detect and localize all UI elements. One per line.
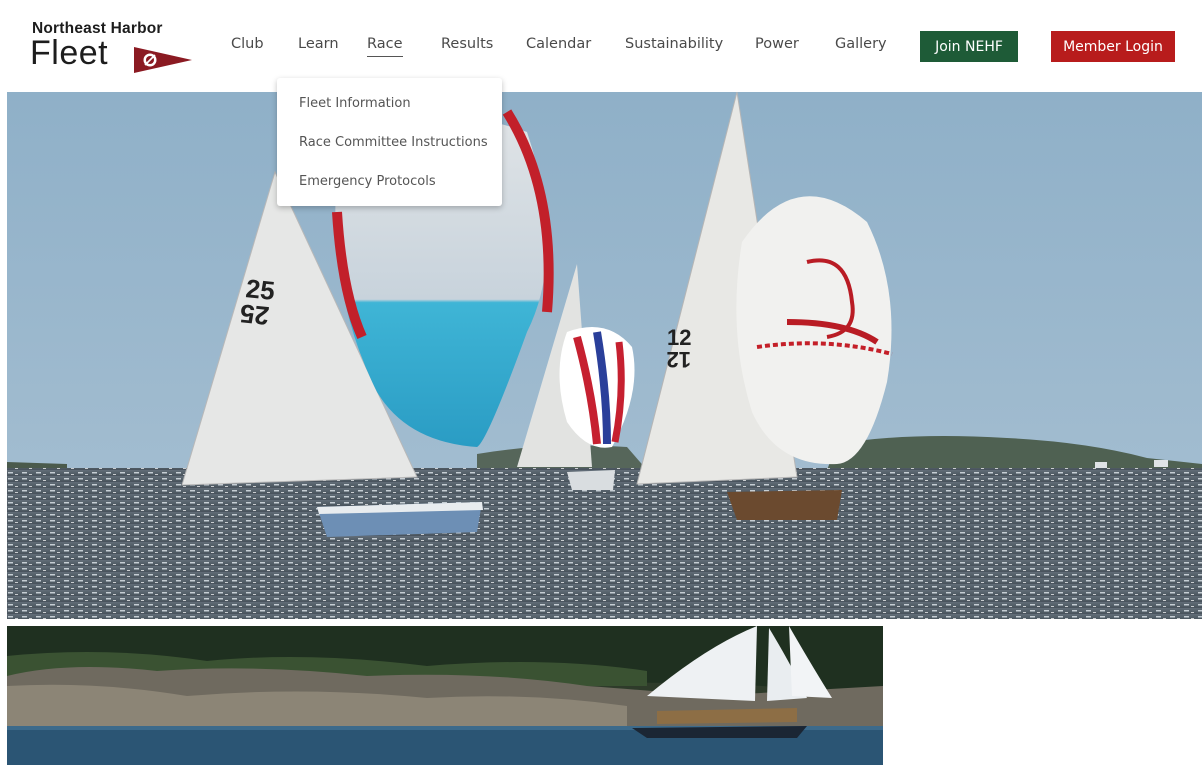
dropdown-item-fleet-information[interactable]: Fleet Information [299,96,411,111]
site-header: Northeast Harbor Fleet Club Learn Race R… [0,0,1202,92]
sailboats-race-image: 25 25 12 12 [7,92,1202,619]
nav-sustainability[interactable]: Sustainability [625,36,723,52]
svg-text:25: 25 [239,298,271,331]
dropdown-item-race-committee-instructions[interactable]: Race Committee Instructions [299,135,488,150]
nav-power[interactable]: Power [755,36,799,52]
schooner-image [7,626,883,765]
join-button[interactable]: Join NEHF [920,31,1018,62]
hero-photo: 25 25 12 12 [7,92,1202,619]
site-logo[interactable]: Northeast Harbor Fleet [30,20,200,76]
svg-text:12: 12 [667,325,691,350]
nav-calendar[interactable]: Calendar [526,36,591,52]
logo-line2: Fleet [30,34,109,72]
svg-text:12: 12 [667,347,691,372]
burgee-flag-icon [134,47,192,73]
nav-club[interactable]: Club [231,36,264,52]
dropdown-item-emergency-protocols[interactable]: Emergency Protocols [299,174,436,189]
member-login-button[interactable]: Member Login [1051,31,1175,62]
nav-learn[interactable]: Learn [298,36,339,52]
nav-results[interactable]: Results [441,36,493,52]
schooner-photo [7,626,883,765]
nav-gallery[interactable]: Gallery [835,36,887,52]
nav-race[interactable]: Race [367,36,403,57]
race-dropdown-menu: Fleet Information Race Committee Instruc… [277,78,502,206]
